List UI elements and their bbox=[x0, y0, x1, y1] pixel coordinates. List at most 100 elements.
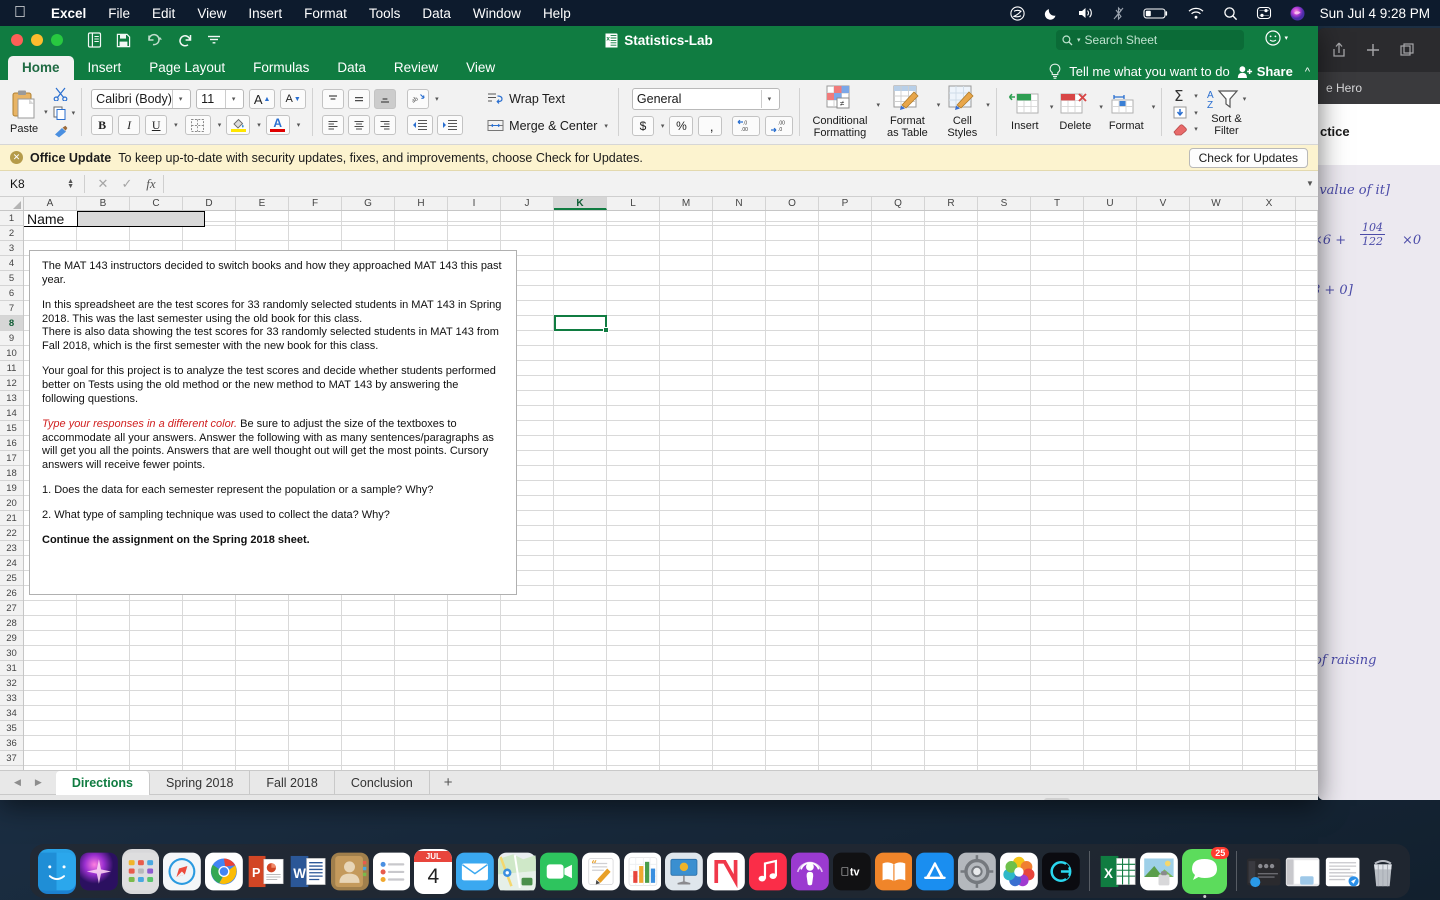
mail-icon[interactable] bbox=[456, 849, 495, 894]
borders-button[interactable] bbox=[184, 115, 211, 135]
chrome-icon[interactable] bbox=[205, 849, 244, 894]
battery-icon[interactable] bbox=[1134, 7, 1178, 20]
undo-icon[interactable] bbox=[145, 33, 164, 47]
page-layout-view-icon[interactable] bbox=[1072, 798, 1098, 801]
row-header-13[interactable]: 13 bbox=[0, 391, 23, 406]
decrease-font-size-button[interactable]: A ▼ bbox=[280, 89, 307, 109]
background-browser-tab[interactable]: e Hero bbox=[1318, 72, 1440, 104]
apple-icon[interactable]:  bbox=[14, 5, 26, 21]
menu-item-file[interactable]: File bbox=[97, 6, 141, 21]
sort-filter-caret-icon[interactable]: ▾ bbox=[1243, 95, 1247, 103]
format-painter-button[interactable] bbox=[53, 125, 76, 138]
row-header-32[interactable]: 32 bbox=[0, 676, 23, 691]
maps-icon[interactable] bbox=[498, 849, 536, 894]
cell-styles-button[interactable]: Cell Styles bbox=[940, 85, 984, 140]
page-break-view-icon[interactable] bbox=[1100, 798, 1126, 801]
minimized-window-3[interactable] bbox=[1325, 849, 1360, 894]
nav-next-icon[interactable]: ▶ bbox=[35, 777, 42, 788]
column-header-B[interactable]: B bbox=[77, 197, 130, 210]
music-icon[interactable] bbox=[749, 849, 787, 894]
align-middle-button[interactable] bbox=[348, 89, 371, 109]
menu-item-edit[interactable]: Edit bbox=[141, 6, 186, 21]
numbers-icon[interactable] bbox=[623, 849, 662, 894]
row-header-11[interactable]: 11 bbox=[0, 361, 23, 376]
column-header-J[interactable]: J bbox=[501, 197, 554, 210]
select-all-button[interactable] bbox=[0, 197, 24, 210]
column-header-G[interactable]: G bbox=[342, 197, 395, 210]
excel-icon[interactable]: X bbox=[1099, 849, 1137, 894]
row-header-34[interactable]: 34 bbox=[0, 706, 23, 721]
share-button[interactable]: Share bbox=[1237, 64, 1293, 79]
row-header-1[interactable]: 1 bbox=[0, 211, 23, 226]
row-header-2[interactable]: 2 bbox=[0, 226, 23, 241]
delete-cells-button[interactable]: Delete bbox=[1053, 92, 1097, 132]
system-preferences-icon[interactable] bbox=[958, 849, 997, 894]
tab-insert[interactable]: Insert bbox=[74, 56, 136, 80]
align-top-button[interactable] bbox=[322, 89, 345, 109]
minimized-window-1[interactable] bbox=[1246, 849, 1281, 894]
collapse-ribbon-icon[interactable]: ^ bbox=[1300, 66, 1310, 78]
cell-B1-C1-merged[interactable] bbox=[77, 211, 205, 227]
wifi-icon[interactable] bbox=[1178, 6, 1214, 20]
column-header-D[interactable]: D bbox=[183, 197, 236, 210]
row-header-4[interactable]: 4 bbox=[0, 256, 23, 271]
account-menu[interactable]: ▾ bbox=[1265, 30, 1288, 46]
control-center-icon[interactable] bbox=[1247, 6, 1281, 20]
font-color-caret-icon[interactable]: ▾ bbox=[297, 121, 301, 129]
row-header-31[interactable]: 31 bbox=[0, 661, 23, 676]
menu-item-window[interactable]: Window bbox=[462, 6, 532, 21]
menu-item-insert[interactable]: Insert bbox=[237, 6, 293, 21]
tab-view[interactable]: View bbox=[452, 56, 509, 80]
sheet-tab-conclusion[interactable]: Conclusion bbox=[335, 770, 430, 795]
orientation-caret-icon[interactable]: ▾ bbox=[435, 95, 439, 103]
apple-tv-icon[interactable]: tv bbox=[832, 849, 871, 894]
column-header-F[interactable]: F bbox=[289, 197, 342, 210]
row-header-14[interactable]: 14 bbox=[0, 406, 23, 421]
new-tab-icon[interactable] bbox=[1364, 41, 1382, 59]
number-format-select[interactable]: General ▾ bbox=[631, 88, 780, 110]
books-icon[interactable] bbox=[874, 849, 913, 894]
insert-cells-button[interactable]: Insert bbox=[1002, 92, 1048, 132]
insert-function-icon[interactable]: fx bbox=[139, 176, 163, 192]
clear-caret-icon[interactable]: ▾ bbox=[1194, 125, 1198, 133]
do-not-disturb-icon[interactable] bbox=[1035, 6, 1068, 21]
normal-view-icon[interactable] bbox=[1043, 797, 1070, 800]
increase-decimal-button[interactable]: .0.00 bbox=[732, 116, 761, 136]
photos-icon[interactable] bbox=[1000, 849, 1038, 894]
column-header-C[interactable]: C bbox=[130, 197, 183, 210]
menu-item-format[interactable]: Format bbox=[293, 6, 358, 21]
add-sheet-button[interactable]: + bbox=[430, 774, 467, 791]
redo-icon[interactable] bbox=[178, 33, 193, 48]
cancel-entry-icon[interactable]: ✕ bbox=[91, 176, 115, 192]
row-header-21[interactable]: 21 bbox=[0, 511, 23, 526]
podcasts-icon[interactable] bbox=[790, 849, 829, 894]
active-cell-K8[interactable] bbox=[554, 315, 609, 333]
row-header-19[interactable]: 19 bbox=[0, 481, 23, 496]
row-header-17[interactable]: 17 bbox=[0, 451, 23, 466]
sheet-tab-spring-2018[interactable]: Spring 2018 bbox=[150, 770, 251, 795]
search-sheet-input[interactable]: ▾ Search Sheet bbox=[1056, 30, 1244, 50]
sheet-view-icon[interactable] bbox=[87, 32, 102, 48]
confirm-entry-icon[interactable]: ✓ bbox=[115, 176, 139, 192]
merge-caret-icon[interactable]: ▾ bbox=[604, 122, 608, 130]
tab-review[interactable]: Review bbox=[380, 56, 452, 80]
tab-formulas[interactable]: Formulas bbox=[239, 56, 323, 80]
row-header-22[interactable]: 22 bbox=[0, 526, 23, 541]
paste-button[interactable]: Paste bbox=[6, 89, 42, 135]
row-header-30[interactable]: 30 bbox=[0, 646, 23, 661]
fill-handle[interactable] bbox=[602, 326, 609, 333]
menu-item-help[interactable]: Help bbox=[532, 6, 582, 21]
calendar-icon[interactable]: JUL 4 bbox=[414, 849, 453, 894]
conditional-formatting-button[interactable]: ≠ Conditional Formatting bbox=[805, 85, 874, 140]
column-header-H[interactable]: H bbox=[395, 197, 448, 210]
volume-icon[interactable] bbox=[1068, 6, 1103, 20]
align-bottom-button[interactable] bbox=[374, 89, 397, 109]
row-header-33[interactable]: 33 bbox=[0, 691, 23, 706]
row-header-27[interactable]: 27 bbox=[0, 601, 23, 616]
launchpad-icon[interactable] bbox=[121, 849, 160, 894]
copy-button[interactable]: ▾ bbox=[53, 106, 75, 120]
name-box-spinner-icon[interactable]: ▲ ▼ bbox=[67, 178, 74, 190]
column-header-W[interactable]: W bbox=[1190, 197, 1243, 210]
contacts-icon[interactable] bbox=[330, 849, 369, 894]
tab-page-layout[interactable]: Page Layout bbox=[135, 56, 239, 80]
